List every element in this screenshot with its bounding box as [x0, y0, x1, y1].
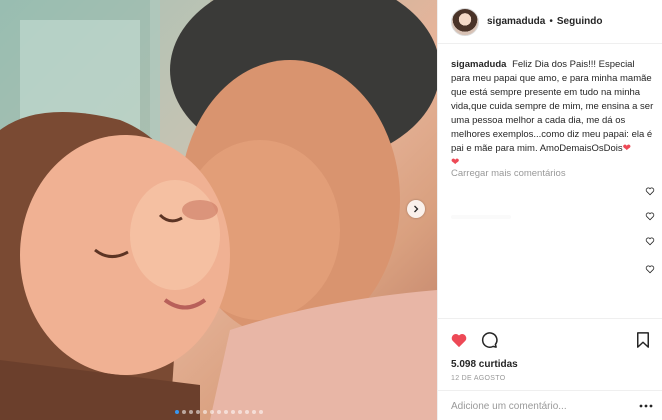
carousel-dot: [174, 410, 179, 414]
instagram-post: sigamaduda • Seguindo sigamaduda Feliz D…: [0, 0, 662, 420]
carousel-dot: [251, 410, 256, 414]
post-date: 12 DE AGOSTO: [451, 375, 506, 382]
caption-heart-emoji: ❤: [622, 143, 631, 154]
carousel-dot: [202, 410, 207, 414]
carousel-next-button[interactable]: [407, 200, 425, 218]
comment-bubble-icon[interactable]: [480, 331, 498, 349]
carousel-dot: [237, 410, 242, 414]
avatar[interactable]: [451, 7, 479, 36]
post-header: sigamaduda • Seguindo: [438, 0, 662, 44]
post-sidebar: sigamaduda • Seguindo sigamaduda Feliz D…: [437, 0, 662, 420]
carousel-dot: [216, 410, 221, 414]
comment-like-icon[interactable]: [645, 264, 655, 274]
like-count[interactable]: 5.098 curtidas: [451, 359, 518, 370]
carousel-dot: [223, 410, 228, 414]
post-caption: sigamaduda Feliz Dia dos Pais!!! Especia…: [451, 58, 655, 170]
header-username[interactable]: sigamaduda: [487, 16, 545, 27]
load-more-comments-link[interactable]: Carregar mais comentários: [451, 168, 566, 179]
carousel-dot: [181, 410, 186, 414]
comment-like-icon[interactable]: [645, 186, 655, 196]
comment-row: [451, 211, 655, 225]
carousel-dot: [188, 410, 193, 414]
comment-row: [451, 186, 655, 200]
heart-filled-icon[interactable]: [450, 331, 468, 349]
caption-username[interactable]: sigamaduda: [451, 59, 506, 70]
comment-like-icon[interactable]: [645, 236, 655, 246]
bookmark-icon[interactable]: [634, 331, 652, 349]
comment-like-icon[interactable]: [645, 211, 655, 221]
carousel-indicator: [0, 410, 437, 414]
add-comment-bar: [438, 390, 662, 420]
comment-row: [451, 264, 655, 278]
caption-heart-emoji-2: ❤: [451, 157, 460, 168]
chevron-right-icon: [414, 205, 419, 213]
carousel-dot: [195, 410, 200, 414]
following-button[interactable]: Seguindo: [557, 16, 603, 27]
post-photo[interactable]: [0, 0, 437, 420]
caption-text: Feliz Dia dos Pais!!! Especial para meu …: [451, 59, 654, 154]
more-options-icon[interactable]: [639, 400, 653, 412]
comment-input[interactable]: [451, 399, 621, 413]
comment-placeholder: [451, 215, 511, 219]
carousel-dot: [209, 410, 214, 414]
carousel-dot: [244, 410, 249, 414]
header-separator: •: [549, 16, 553, 27]
carousel-dot: [258, 410, 263, 414]
comment-row: [451, 236, 655, 250]
carousel-dot: [230, 410, 235, 414]
photo-illustration: [0, 0, 437, 420]
